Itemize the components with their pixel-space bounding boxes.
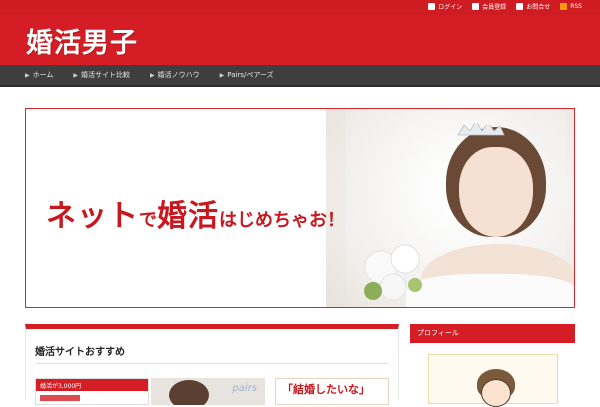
hero-text-net: ネット bbox=[46, 199, 139, 234]
bride-face bbox=[459, 147, 533, 237]
profile-card bbox=[428, 354, 558, 407]
nav-item-home-label: ホーム bbox=[32, 71, 54, 79]
arrow-right-icon: ▶ bbox=[25, 71, 30, 79]
nav-item-compare[interactable]: ▶ 婚活サイト比較 bbox=[73, 70, 130, 80]
hero-banner[interactable]: ネット で 婚活 はじめちゃお！ bbox=[25, 108, 575, 308]
rss-link-label: RSS bbox=[570, 3, 582, 10]
nav-item-compare-label: 婚活サイト比較 bbox=[81, 71, 131, 79]
card-quote: 「結婚したいな」 bbox=[282, 383, 370, 396]
top-utility-bar: ログイン 会員登録 お問合せ RSS bbox=[0, 0, 600, 15]
main-nav: ▶ ホーム ▶ 婚活サイト比較 ▶ 婚活ノウハウ ▶ Pairs/ペアーズ bbox=[0, 65, 600, 87]
contact-link-label: お問合せ bbox=[526, 4, 551, 11]
nav-item-knowhow[interactable]: ▶ 婚活ノウハウ bbox=[150, 70, 200, 80]
user-icon bbox=[428, 3, 436, 10]
contact-link[interactable]: お問合せ bbox=[516, 2, 550, 11]
login-link[interactable]: ログイン bbox=[428, 2, 462, 11]
hero-text-konkatsu: 婚活 bbox=[157, 199, 219, 234]
sidebar-body bbox=[410, 343, 575, 407]
site-logo[interactable]: 婚活男子 bbox=[26, 23, 138, 59]
mail-icon bbox=[516, 3, 524, 10]
pairs-logo: pairs bbox=[232, 383, 257, 394]
arrow-right-icon: ▶ bbox=[73, 71, 79, 79]
nav-item-home[interactable]: ▶ ホーム bbox=[25, 70, 53, 80]
article-card[interactable]: pairs bbox=[151, 378, 265, 405]
nav-item-pairs[interactable]: ▶ Pairs/ペアーズ bbox=[220, 70, 274, 80]
nav-item-pairs-label: Pairs/ペアーズ bbox=[227, 71, 274, 79]
top-links: ログイン 会員登録 お問合せ RSS bbox=[428, 2, 582, 11]
register-link[interactable]: 会員登録 bbox=[472, 2, 506, 11]
article-card[interactable]: 「結婚したいな」 bbox=[275, 378, 389, 405]
sidebar-heading: プロフィール bbox=[410, 324, 575, 343]
register-link-label: 会員登録 bbox=[482, 4, 507, 11]
sidebar-heading-label: プロフィール bbox=[417, 329, 459, 337]
avatar bbox=[481, 379, 511, 407]
nav-list: ▶ ホーム ▶ 婚活サイト比較 ▶ 婚活ノウハウ ▶ Pairs/ペアーズ bbox=[25, 65, 274, 85]
article-card[interactable]: 婚活が3,000円 bbox=[35, 378, 149, 405]
site-header: 婚活男子 bbox=[0, 15, 600, 65]
arrow-right-icon: ▶ bbox=[150, 71, 155, 79]
tiara-icon bbox=[457, 120, 505, 136]
hero-text-start: はじめちゃお！ bbox=[219, 210, 345, 231]
arrow-right-icon: ▶ bbox=[219, 71, 225, 79]
login-link-label: ログイン bbox=[438, 4, 463, 11]
section-divider bbox=[35, 363, 389, 364]
section-title: 婚活サイトおすすめ bbox=[35, 347, 125, 358]
rss-icon bbox=[560, 3, 568, 10]
hero-tagline: ネット で 婚活 はじめちゃお！ bbox=[46, 191, 345, 235]
bouquet-icon bbox=[364, 244, 422, 301]
card-label: 婚活が3,000円 bbox=[40, 383, 82, 390]
sidebar: プロフィール bbox=[410, 324, 575, 407]
nav-item-knowhow-label: 婚活ノウハウ bbox=[157, 71, 200, 79]
woman-photo bbox=[169, 380, 209, 405]
card-banner-text-block bbox=[40, 395, 80, 401]
main-panel: 婚活サイトおすすめ 婚活が3,000円 pairs 「結婚したいな」 bbox=[25, 324, 399, 405]
rss-link[interactable]: RSS bbox=[560, 3, 582, 10]
register-icon bbox=[472, 3, 480, 10]
hero-text-de: で bbox=[139, 210, 157, 231]
